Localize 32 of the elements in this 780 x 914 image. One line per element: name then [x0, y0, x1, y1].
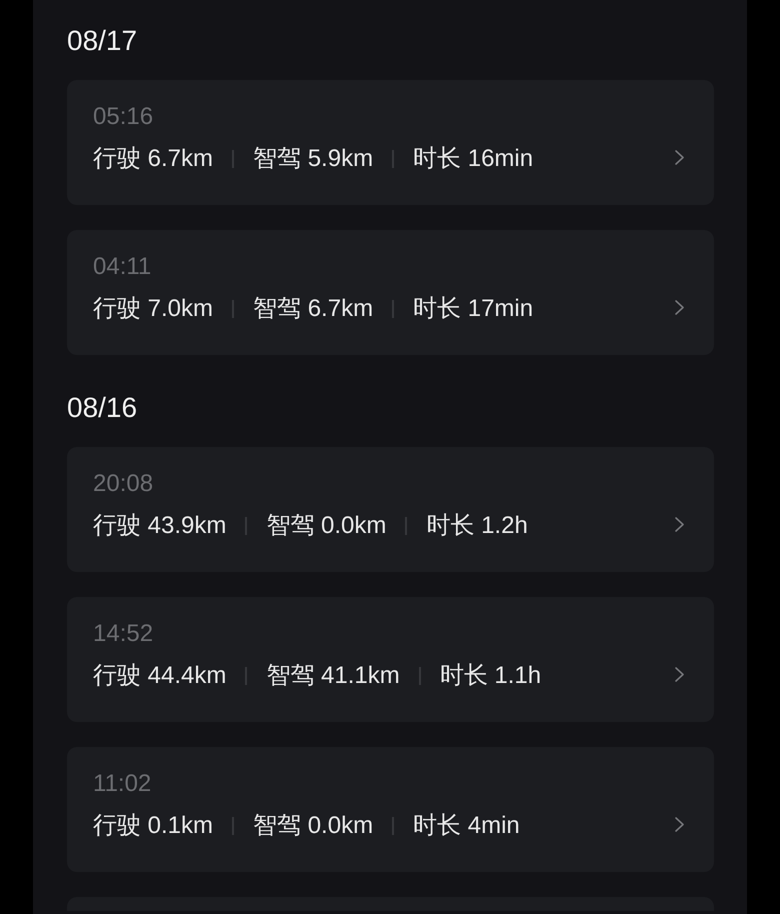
- trip-stat: 时长 4min: [413, 811, 520, 841]
- trip-time: 20:08: [93, 469, 154, 499]
- trip-time: 14:52: [93, 619, 154, 649]
- trip-stat: 行驶 44.4km: [93, 661, 226, 691]
- trip-stat: 时长 17min: [413, 294, 534, 324]
- trip-stat: 智驾 5.9km: [253, 144, 374, 174]
- trip-stat: 智驾 0.0km: [266, 511, 386, 541]
- chevron-right-icon: [675, 517, 684, 532]
- date-header: 08/16: [67, 391, 138, 425]
- trip-card[interactable]: 20:08 行驶 43.9km 智驾 0.0km 时长 1.2h: [67, 447, 714, 572]
- trip-stat: 行驶 0.1km: [93, 811, 214, 841]
- trip-stat: 智驾 6.7km: [253, 294, 374, 324]
- trip-stat: 时长 16min: [413, 144, 534, 174]
- trip-time: 11:02: [93, 769, 152, 799]
- trip-stat: 智驾 0.0km: [253, 811, 374, 841]
- trip-time: 04:11: [93, 252, 152, 282]
- chevron-right-icon: [675, 300, 684, 315]
- chevron-right-icon: [675, 817, 684, 832]
- trip-card[interactable]: 14:52 行驶 44.4km 智驾 41.1km 时长 1.1h: [67, 597, 714, 722]
- chevron-right-icon: [675, 667, 684, 682]
- trip-stat: 行驶 7.0km: [93, 294, 214, 324]
- date-header: 08/17: [67, 24, 138, 58]
- trip-card[interactable]: 04:11 行驶 7.0km 智驾 6.7km 时长 17min: [67, 230, 714, 355]
- trip-stat: 智驾 41.1km: [266, 661, 400, 691]
- trip-stat: 时长 1.1h: [440, 661, 542, 691]
- trip-card[interactable]: 11:02 行驶 0.1km 智驾 0.0km 时长 4min: [67, 747, 714, 872]
- trip-card[interactable]: 05:16 行驶 6.7km 智驾 5.9km 时长 16min: [67, 80, 714, 205]
- trip-stat: 行驶 43.9km: [93, 511, 226, 541]
- trip-stat: 行驶 6.7km: [93, 144, 214, 174]
- chevron-right-icon: [675, 150, 684, 165]
- trip-stat: 时长 1.2h: [426, 511, 528, 541]
- trip-time: 05:16: [93, 102, 154, 132]
